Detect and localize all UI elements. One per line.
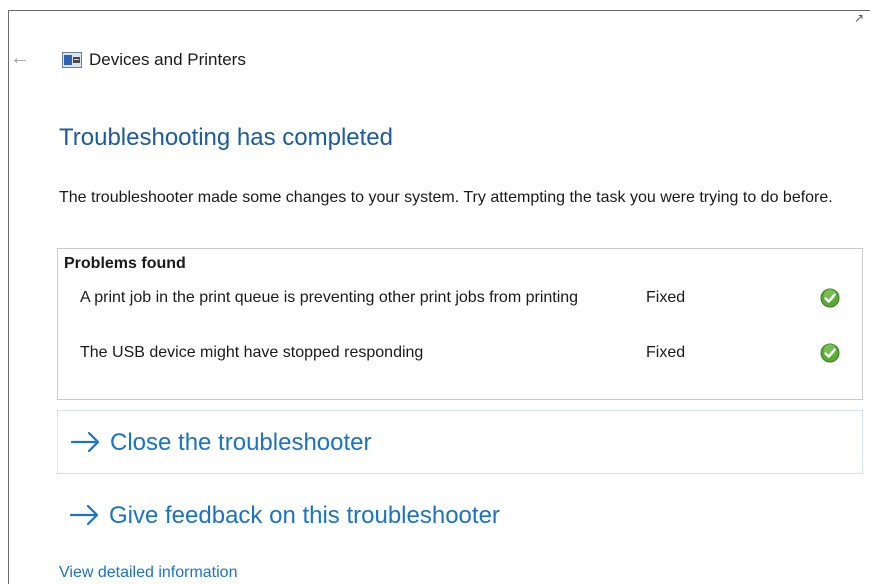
window-corner-mark: ↗ [853,11,864,25]
problems-found-box: Problems found A print job in the print … [57,248,863,400]
result-description: The troubleshooter made some changes to … [59,189,833,206]
problem-description: The USB device might have stopped respon… [80,344,424,361]
arrow-right-icon [70,431,100,453]
problem-status: Fixed [646,289,686,306]
problem-status: Fixed [646,344,686,361]
arrow-right-icon [69,504,99,526]
view-detailed-information-link[interactable]: View detailed information [59,564,237,582]
problems-found-heading: Problems found [64,255,186,272]
green-check-icon [820,343,840,363]
devices-printers-icon [62,52,82,68]
give-feedback-label: Give feedback on this troubleshooter [109,502,500,529]
give-feedback-button[interactable]: Give feedback on this troubleshooter [57,484,863,548]
close-troubleshooter-label: Close the troubleshooter [110,429,372,456]
header-title: Devices and Printers [89,50,246,69]
back-arrow-icon[interactable]: ← [10,48,30,68]
page-heading: Troubleshooting has completed [59,124,393,151]
window-left-border [8,10,9,584]
green-check-icon [820,288,840,308]
window-top-border [8,10,870,11]
close-troubleshooter-button[interactable]: Close the troubleshooter [57,410,863,474]
problem-description: A print job in the print queue is preven… [80,289,579,306]
